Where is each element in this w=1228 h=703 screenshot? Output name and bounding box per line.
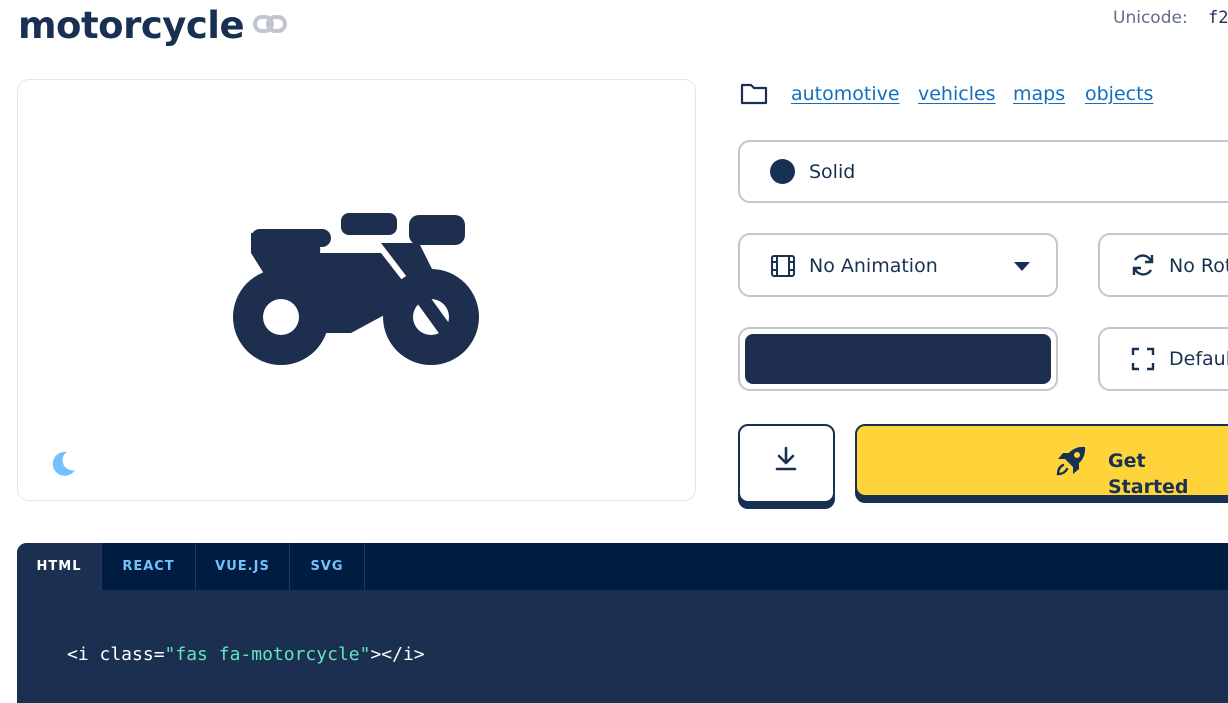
unicode-value[interactable]: f2 [1208, 8, 1228, 28]
unicode-label: Unicode: [1113, 8, 1188, 28]
tab-vuejs[interactable]: VUE.JS [196, 543, 290, 590]
code-snippet[interactable]: <i class="fas fa-motorcycle"></i> [67, 643, 425, 667]
folder-icon [740, 83, 768, 105]
code-tab-bar: HTML REACT VUE.JS SVG [17, 543, 1228, 590]
moon-icon[interactable] [51, 450, 77, 476]
icon-preview [17, 79, 696, 501]
solid-style-icon [770, 159, 795, 184]
tab-html[interactable]: HTML [17, 543, 102, 590]
rotate-icon [1132, 254, 1154, 276]
rocket-icon [1056, 446, 1086, 476]
category-objects[interactable]: objects [1085, 82, 1153, 106]
film-icon [771, 255, 795, 277]
get-started-label: Get Started [1108, 450, 1189, 498]
color-swatch[interactable] [745, 334, 1051, 384]
tab-react[interactable]: REACT [102, 543, 196, 590]
download-icon [775, 446, 797, 471]
page-title: motorcycle [18, 4, 245, 47]
motorcycle-icon [233, 213, 479, 365]
style-label: Solid [809, 161, 856, 183]
expand-icon [1131, 347, 1155, 371]
link-icon[interactable] [253, 12, 287, 36]
rotation-label: No Rot [1169, 255, 1228, 277]
code-suffix: ></i> [370, 644, 425, 665]
size-label: Defaul [1169, 348, 1228, 370]
caret-down-icon [1014, 262, 1030, 271]
code-panel: HTML REACT VUE.JS SVG <i class="fas fa-m… [17, 543, 1228, 703]
category-vehicles[interactable]: vehicles [918, 82, 996, 106]
code-string: "fas fa-motorcycle" [164, 644, 371, 665]
category-maps[interactable]: maps [1013, 82, 1065, 106]
animation-label: No Animation [809, 255, 938, 277]
category-automotive[interactable]: automotive [791, 82, 900, 106]
tab-svg[interactable]: SVG [290, 543, 365, 590]
code-prefix: <i class= [67, 644, 165, 665]
